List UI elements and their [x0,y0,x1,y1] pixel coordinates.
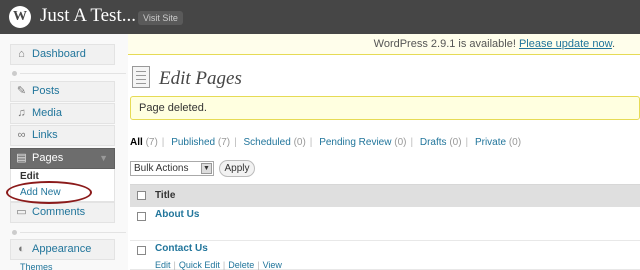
filter-all[interactable]: All [130,137,143,148]
separator: | [234,137,237,148]
sidebar-item-label: Pages [32,152,64,164]
filter-count: (7) [145,137,158,148]
column-header-title[interactable]: Title [155,190,175,201]
filter-count: (0) [508,137,522,148]
table-row: Contact Us Edit | Quick Edit | Delete | View [130,241,640,270]
bulk-actions-select[interactable]: Bulk Actions ▼ [130,161,214,176]
link-icon: ∞ [17,129,26,141]
view-link[interactable]: View [263,260,282,270]
chevron-down-icon: ▼ [201,163,212,174]
update-nag: WordPress 2.9.1 is available! Please upd… [128,34,640,55]
sidebar-item-pages[interactable]: ▤ Pages ▼ [10,148,115,169]
separator: | [173,260,176,270]
menu-separator [10,71,126,77]
visit-site-button[interactable]: Visit Site [138,11,183,25]
highlight-annotation [6,181,92,204]
chevron-down-icon[interactable]: ▼ [99,153,108,163]
sidebar-item-label: Appearance [32,243,92,255]
sidebar-item-dashboard[interactable]: ⌂ Dashboard [10,44,115,65]
page-title-link[interactable]: About Us [155,209,199,220]
sidebar-item-label: Links [32,129,58,141]
quick-edit-link[interactable]: Quick Edit [179,260,220,270]
row-checkbox[interactable] [137,212,146,221]
comment-bubble-icon: ▭ [16,206,27,218]
sidebar-item-label: Posts [32,85,60,97]
sidebar-item-label: Media [32,107,62,119]
main-content: WordPress 2.9.1 is available! Please upd… [128,34,640,270]
separator: | [257,260,260,270]
page-deleted-notice: Page deleted. [130,96,640,120]
update-nag-end: . [611,38,615,50]
filter-scheduled[interactable]: Scheduled [244,137,291,148]
row-actions: Edit | Quick Edit | Delete | View [155,260,282,270]
filter-count: (0) [293,137,306,148]
sidebar-item-posts[interactable]: ✎ Posts [10,81,115,102]
filter-count: (0) [449,137,462,148]
apply-button[interactable]: Apply [219,160,255,177]
sidebar-item-media[interactable]: ♫ Media [10,103,115,124]
sidebar-item-label: Comments [32,206,86,218]
filter-published[interactable]: Published [171,137,215,148]
edit-link[interactable]: Edit [155,260,171,270]
separator: | [222,260,226,270]
sidebar-item-label: Dashboard [32,48,86,60]
separator: | [410,137,414,148]
sidebar-item-comments[interactable]: ▭ Comments [10,202,115,223]
submenu-item-edit[interactable]: Edit [20,171,39,182]
filter-drafts[interactable]: Drafts [420,137,447,148]
filter-count: (0) [394,137,407,148]
pages-title-icon [132,66,150,88]
filter-private[interactable]: Private [475,137,506,148]
separator: | [161,137,165,148]
status-filter-links: All (7) | Published (7) | Scheduled (0) | P… [130,137,521,148]
pin-icon: ✎ [16,85,27,97]
site-title[interactable]: Just A Test... [40,5,136,27]
pages-icon: ▤ [16,152,27,164]
sidebar-item-links[interactable]: ∞ Links [10,125,115,146]
admin-header: W Just A Test... Visit Site [0,0,640,34]
page-title: Edit Pages [159,68,242,89]
separator: | [309,137,313,148]
filter-pending-review[interactable]: Pending Review [319,137,391,148]
table-row: About Us [130,207,640,241]
delete-link[interactable]: Delete [228,260,254,270]
update-nag-text: WordPress 2.9.1 is available! [373,38,516,50]
bulk-actions-value: Bulk Actions [134,163,189,174]
page-title-link[interactable]: Contact Us [155,243,208,254]
admin-menu: ⌂ Dashboard ✎ Posts ♫ Media ∞ Links ▤ Pa… [0,34,128,270]
separator: | [465,137,469,148]
appearance-icon: ◐ [18,243,25,255]
filter-count: (7) [217,137,231,148]
sidebar-item-appearance[interactable]: ◐ Appearance [10,239,115,260]
update-now-link[interactable]: Please update now [519,38,612,50]
submenu-item-themes[interactable]: Themes [20,262,53,270]
media-icon: ♫ [17,107,26,119]
select-all-checkbox[interactable] [137,191,146,200]
row-checkbox[interactable] [137,246,146,255]
wordpress-logo-icon[interactable]: W [9,6,31,28]
table-header: Title [130,184,640,207]
menu-separator [10,230,126,236]
dashboard-icon: ⌂ [18,48,25,60]
